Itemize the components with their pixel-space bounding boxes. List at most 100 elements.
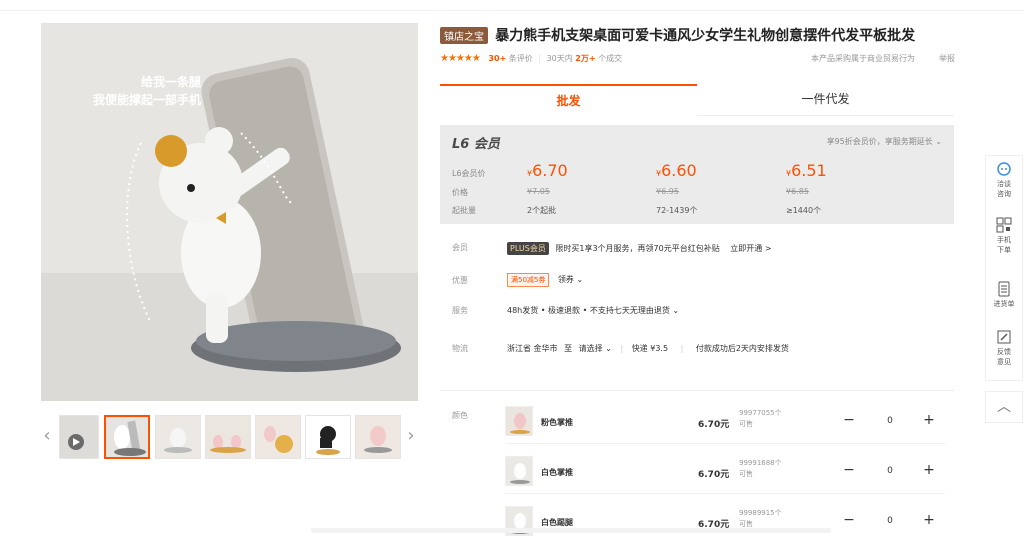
back-to-top-button[interactable]: ︿ bbox=[985, 391, 1023, 423]
sku-thumbnail[interactable] bbox=[505, 406, 533, 436]
quantity-stepper: − 0 + bbox=[838, 460, 942, 482]
tier1-qty: 2个起批 bbox=[527, 206, 557, 215]
main-product-image[interactable]: 给我一条腿 我便能撑起一部手机 bbox=[41, 23, 418, 401]
qrcode-icon bbox=[996, 217, 1012, 233]
sidebar-item-mobile-order[interactable]: 手机下单 bbox=[986, 212, 1022, 268]
sidebar-item-chat[interactable]: 洽谈咨询 bbox=[986, 156, 1022, 212]
purchase-mode-tabs: 批发 一件代发 bbox=[440, 84, 954, 116]
tier2-member-price: ¥6.60 bbox=[656, 161, 697, 180]
thumb-prev-button[interactable]: ‹ bbox=[41, 425, 53, 449]
sku-name: 粉色掌推 bbox=[541, 418, 573, 427]
sku-price: 6.70元 bbox=[698, 420, 730, 430]
trade-note: 本产品采购属于商业贸易行为 bbox=[811, 54, 915, 63]
logistics-label: 物流 bbox=[452, 344, 468, 353]
sidebar-label: 反馈意见 bbox=[997, 348, 1011, 366]
separator: | bbox=[538, 54, 542, 63]
member-benefit-note[interactable]: 享95折会员价，享服务期延长 ⌄ bbox=[827, 136, 942, 147]
tier2-qty: 72-1439个 bbox=[656, 206, 698, 215]
rating-row: ★★★★★ 30+ 条评价 | 30天内 2万+ 个成交 本产品采购属于商业贸易… bbox=[440, 53, 955, 65]
thumbnail-image bbox=[306, 416, 350, 458]
caption-line2: 我便能撑起一部手机 bbox=[92, 93, 201, 107]
increment-button[interactable]: + bbox=[918, 460, 940, 482]
sku-row: 白色踢腿 6.70元 99989915个 可售 − 0 + bbox=[505, 504, 945, 544]
report-link[interactable]: 举报 bbox=[939, 53, 955, 64]
sku-row: 粉色掌推 6.70元 99977055个 可售 − 0 + bbox=[505, 404, 945, 444]
min-qty-label: 起批量 bbox=[452, 206, 476, 215]
thumbnail-1[interactable] bbox=[104, 415, 150, 459]
separator: | bbox=[680, 344, 684, 353]
thumbnail-6[interactable] bbox=[355, 415, 401, 459]
plus-text: 限时买1享3个月服务，再领70元平台红包补贴 bbox=[555, 244, 720, 253]
sku-price: 6.70元 bbox=[698, 470, 730, 480]
quantity-input[interactable]: 0 bbox=[878, 410, 902, 432]
price-label: 价格 bbox=[452, 188, 468, 197]
logistics-note: 付款成功后2天内安排发货 bbox=[695, 344, 789, 353]
top-divider bbox=[0, 10, 1024, 11]
caption-line1: 给我一条腿 bbox=[140, 75, 201, 89]
tier3-member-price: ¥6.51 bbox=[786, 161, 827, 180]
tab-dropship[interactable]: 一件代发 bbox=[697, 84, 954, 116]
logistics-destination-select[interactable]: 请选择 ⌄ bbox=[579, 344, 612, 353]
sku-divider bbox=[440, 390, 954, 391]
logistics-express: 快递 ¥3.5 bbox=[631, 344, 669, 353]
tier1-member-price: ¥6.70 bbox=[527, 161, 568, 180]
thumbnail-2[interactable] bbox=[155, 415, 201, 459]
thumbnail-image bbox=[106, 417, 148, 457]
sales-count: 2万+ bbox=[575, 54, 596, 63]
chat-icon bbox=[997, 162, 1011, 176]
logistics-to: 至 bbox=[564, 344, 573, 353]
increment-button[interactable]: + bbox=[918, 510, 940, 532]
floating-sidebar: 洽谈咨询 手机下单 进货单 反馈意见 bbox=[985, 155, 1023, 381]
service-label: 服务 bbox=[452, 306, 468, 315]
tier1-old-price: ¥7.05 bbox=[527, 187, 550, 196]
thumb-next-button[interactable]: › bbox=[405, 425, 417, 449]
increment-button[interactable]: + bbox=[918, 410, 940, 432]
video-thumbnail-image bbox=[60, 416, 98, 458]
tier3-old-price: ¥6.85 bbox=[786, 187, 809, 196]
logistics-row: 浙江省 金华市 至 请选择 ⌄ | 快递 ¥3.5 | 付款成功后2天内安排发货 bbox=[507, 343, 789, 354]
feedback-icon bbox=[997, 330, 1011, 344]
plus-open-link[interactable]: 立即开通 > bbox=[730, 244, 771, 253]
thumbnail-3[interactable] bbox=[205, 415, 251, 459]
quantity-input[interactable]: 0 bbox=[878, 510, 902, 532]
get-coupon-link[interactable]: 领券 ⌄ bbox=[558, 275, 583, 284]
service-text[interactable]: 48h发货 • 极速退款 • 不支持七天无理由退货 ⌄ bbox=[507, 305, 679, 316]
tier2-old-price: ¥6.95 bbox=[656, 187, 679, 196]
member-price-label: L6会员价 bbox=[452, 169, 486, 178]
thumbnail-video[interactable] bbox=[59, 415, 99, 459]
sidebar-label: 手机下单 bbox=[997, 236, 1011, 254]
quantity-stepper: − 0 + bbox=[838, 410, 942, 432]
decrement-button[interactable]: − bbox=[838, 510, 860, 532]
rating-stars-icon: ★★★★★ bbox=[440, 53, 481, 64]
sidebar-item-feedback[interactable]: 反馈意见 bbox=[986, 324, 1022, 380]
sidebar-label: 洽谈咨询 bbox=[997, 180, 1011, 198]
thumbnail-image bbox=[156, 416, 200, 458]
reviews-label: 条评价 bbox=[508, 54, 533, 63]
bottom-scroll-bar bbox=[311, 528, 831, 533]
sku-image bbox=[506, 407, 532, 435]
tab-wholesale[interactable]: 批发 bbox=[440, 84, 697, 116]
thumbnail-4[interactable] bbox=[255, 415, 301, 459]
sku-thumbnail[interactable] bbox=[505, 456, 533, 486]
sku-name: 白色踢腿 bbox=[541, 518, 573, 527]
reviews-count[interactable]: 30+ bbox=[488, 54, 506, 63]
sku-stock: 99977055个 可售 bbox=[739, 409, 782, 428]
thumbnail-strip: ‹ › bbox=[41, 413, 418, 461]
discount-label: 优惠 bbox=[452, 276, 468, 285]
product-title: 暴力熊手机支架桌面可爱卡通风少女学生礼物创意摆件代发平板批发 bbox=[495, 28, 916, 44]
quantity-stepper: − 0 + bbox=[838, 510, 942, 532]
product-title-row: 镇店之宝 暴力熊手机支架桌面可爱卡通风少女学生礼物创意摆件代发平板批发 bbox=[440, 25, 960, 45]
price-box: L6 会员 享95折会员价，享服务期延长 ⌄ L6会员价 价格 起批量 ¥6.7… bbox=[440, 125, 954, 224]
coupon-badge[interactable]: 满50减5券 bbox=[507, 273, 550, 287]
decrement-button[interactable]: − bbox=[838, 410, 860, 432]
sales-period: 30天内 bbox=[546, 54, 573, 63]
decrement-button[interactable]: − bbox=[838, 460, 860, 482]
sku-row: 白色掌推 6.70元 99991688个 可售 − 0 + bbox=[505, 454, 945, 494]
quantity-input[interactable]: 0 bbox=[878, 460, 902, 482]
sku-stock: 99991688个 可售 bbox=[739, 459, 782, 478]
thumbnail-5[interactable] bbox=[305, 415, 351, 459]
sales-label: 个成交 bbox=[598, 54, 623, 63]
tier3-qty: ≥1440个 bbox=[786, 206, 822, 215]
sidebar-item-cart[interactable]: 进货单 bbox=[986, 276, 1022, 324]
plus-member-row: PLUS会员 限时买1享3个月服务，再领70元平台红包补贴 立即开通 > bbox=[507, 242, 772, 255]
